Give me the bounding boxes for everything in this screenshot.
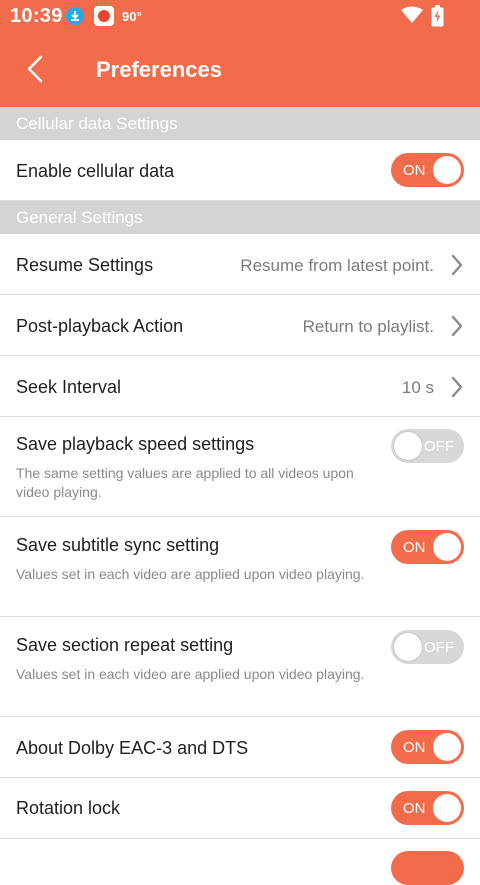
download-icon (66, 7, 84, 25)
setting-label: Post-playback Action (16, 316, 184, 336)
page-title: Preferences (96, 57, 222, 82)
section-header-general: General Settings (0, 201, 480, 234)
toggle-state: ON (403, 539, 426, 556)
toggle-knob (433, 156, 461, 184)
setting-save-subtitle-sync: Save subtitle sync setting Values set in… (0, 517, 480, 617)
toggle-knob (394, 633, 422, 661)
chevron-right-icon (451, 315, 463, 337)
setting-label: Seek Interval (16, 377, 122, 397)
app-bar: Preferences (0, 32, 480, 107)
toggle-knob (433, 794, 461, 822)
setting-label: Enable cellular data (16, 161, 175, 181)
save-playback-speed-toggle[interactable]: OFF (391, 429, 464, 463)
save-section-repeat-toggle[interactable]: OFF (391, 630, 464, 664)
setting-post-playback[interactable]: Post-playback Action Return to playlist. (0, 295, 480, 356)
toggle-state: ON (403, 162, 426, 179)
rotation-lock-toggle[interactable]: ON (391, 791, 464, 825)
partial-toggle (391, 851, 464, 885)
setting-label: Rotation lock (16, 798, 121, 818)
toggle-knob (433, 533, 461, 561)
save-subtitle-sync-toggle[interactable]: ON (391, 530, 464, 564)
setting-enable-cellular-data[interactable]: Enable cellular data ON (0, 140, 480, 201)
setting-value: 10 s (401, 378, 434, 397)
setting-dolby[interactable]: About Dolby EAC-3 and DTS ON (0, 717, 480, 778)
status-temperature: 90° (122, 9, 142, 24)
setting-label: Save playback speed settings (16, 434, 255, 454)
battery-charging-icon (431, 5, 444, 32)
setting-rotation-lock[interactable]: Rotation lock ON (0, 778, 480, 839)
toggle-knob (394, 432, 422, 460)
cellular-data-toggle[interactable]: ON (391, 153, 464, 187)
toggle-knob (433, 733, 461, 761)
setting-save-playback-speed: Save playback speed settings The same se… (0, 417, 480, 517)
setting-label: Save subtitle sync setting (16, 535, 220, 555)
section-title: General Settings (16, 208, 143, 227)
toggle-state: ON (403, 800, 426, 817)
back-button[interactable] (22, 54, 52, 84)
app-notification-icon (94, 6, 114, 26)
setting-seek-interval[interactable]: Seek Interval 10 s (0, 356, 480, 417)
chevron-right-icon (451, 254, 463, 276)
toggle-state: ON (403, 739, 426, 756)
setting-label: Resume Settings (16, 255, 154, 275)
setting-value: Resume from latest point. (240, 256, 434, 275)
setting-next-partial (0, 839, 480, 885)
dolby-toggle[interactable]: ON (391, 730, 464, 764)
section-header-cellular: Cellular data Settings (0, 107, 480, 140)
wifi-icon (401, 6, 423, 29)
setting-description: Values set in each video are applied upo… (16, 666, 365, 682)
setting-resume[interactable]: Resume Settings Resume from latest point… (0, 234, 480, 295)
setting-description: Values set in each video are applied upo… (16, 566, 365, 582)
setting-value: Return to playlist. (302, 317, 434, 336)
setting-description: The same setting values are applied to a… (16, 465, 354, 500)
setting-label: About Dolby EAC-3 and DTS (16, 738, 249, 758)
section-title: Cellular data Settings (16, 114, 178, 133)
toggle-state: OFF (424, 639, 454, 656)
status-bar: 10:39 90° (0, 0, 480, 32)
status-time: 10:39 (10, 5, 63, 27)
chevron-right-icon (451, 376, 463, 398)
setting-save-section-repeat: Save section repeat setting Values set i… (0, 617, 480, 717)
toggle-state: OFF (424, 438, 454, 455)
chevron-left-icon (27, 55, 43, 83)
setting-label: Save section repeat setting (16, 635, 234, 655)
